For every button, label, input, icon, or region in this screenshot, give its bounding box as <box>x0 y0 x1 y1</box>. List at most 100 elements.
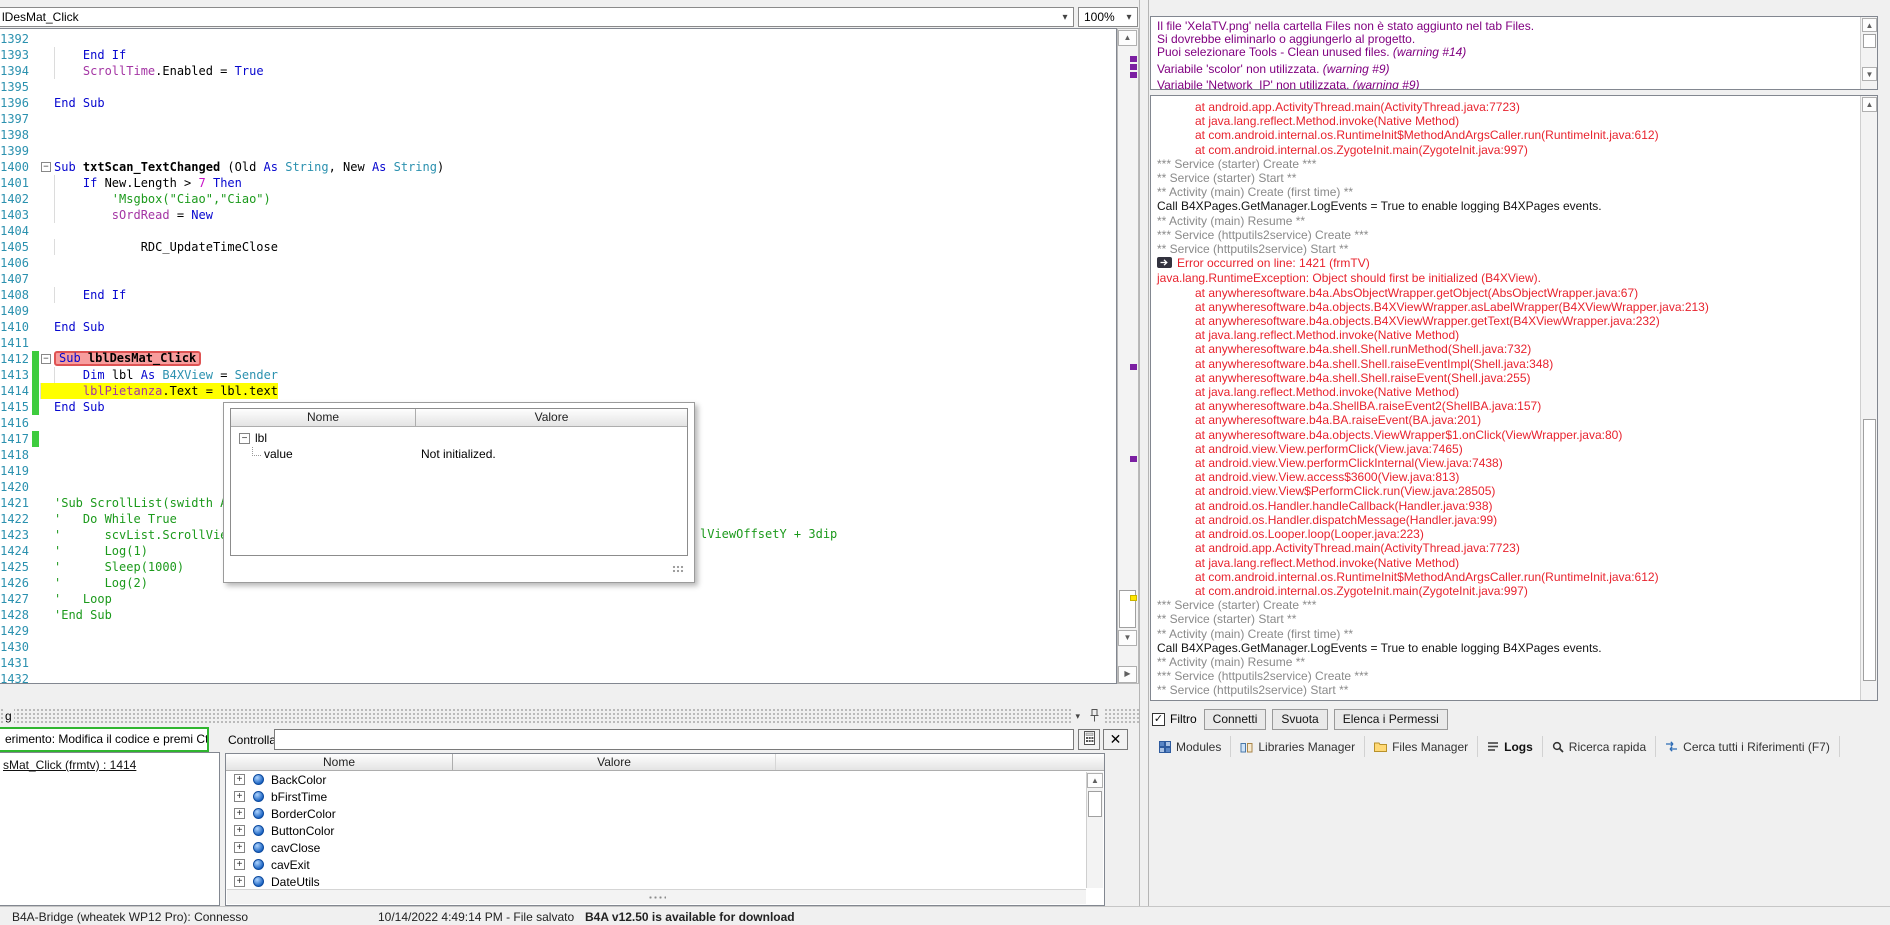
warning-line[interactable]: Variabile 'Network_IP' non utilizzata. (… <box>1157 78 1857 89</box>
tab-modules[interactable]: Modules <box>1150 736 1232 757</box>
log-line[interactable]: ** Service (httputils2service) Start ** <box>1157 242 1857 256</box>
code-line[interactable]: 1412 − Sub lblDesMat_Click <box>0 351 1116 367</box>
log-line[interactable]: at android.view.View.performClickInterna… <box>1157 456 1857 470</box>
log-line[interactable]: at anywheresoftware.b4a.shell.Shell.rais… <box>1157 357 1857 371</box>
code-line[interactable]: 1411 <box>0 335 1116 351</box>
log-line[interactable]: at android.app.ActivityThread.main(Activ… <box>1157 541 1857 555</box>
watch-tree-row[interactable]: + DateUtils <box>226 873 1104 890</box>
log-line[interactable]: at android.view.View$PerformClick.run(Vi… <box>1157 484 1857 498</box>
log-line[interactable]: ** Activity (main) Create (first time) *… <box>1157 185 1857 199</box>
pin-icon[interactable] <box>1090 708 1099 725</box>
code-line[interactable]: 1394 ScrollTime.Enabled = True <box>0 63 1116 79</box>
logs-scrollbar[interactable]: ▲ ▼ <box>1860 96 1877 700</box>
log-line[interactable]: at anywheresoftware.b4a.AbsObjectWrapper… <box>1157 286 1857 300</box>
code-line[interactable]: 1413 Dim lbl As B4XView = Sender <box>0 367 1116 383</box>
watch-tree-row[interactable]: + cavExit <box>226 856 1104 873</box>
code-line[interactable]: 1403 sOrdRead = New <box>0 207 1116 223</box>
code-line[interactable]: 1400 − Sub txtScan_TextChanged (Old As Str… <box>0 159 1116 175</box>
editor-scrollbar[interactable] <box>1117 28 1139 684</box>
log-line[interactable]: java.lang.RuntimeException: Object shoul… <box>1157 271 1857 285</box>
code-editor[interactable]: 1392 1393 End If 1394 ScrollTime.Enabled =… <box>0 28 1117 684</box>
tree-vertical-scrollbar[interactable]: ▲ <box>1086 772 1103 888</box>
column-valore[interactable]: Valore <box>416 409 687 426</box>
log-line[interactable]: at anywheresoftware.b4a.objects.ViewWrap… <box>1157 428 1857 442</box>
clear-watch-button[interactable]: ✕ <box>1103 729 1128 750</box>
code-line[interactable]: 1398 <box>0 127 1116 143</box>
evaluate-button[interactable] <box>1078 729 1100 750</box>
expand-plus-icon[interactable]: + <box>234 825 245 836</box>
code-line[interactable]: 1430 <box>0 639 1116 655</box>
log-line[interactable]: ** Activity (main) Resume ** <box>1157 214 1857 228</box>
log-line[interactable]: at com.android.internal.os.RuntimeInit$M… <box>1157 128 1857 142</box>
code-line[interactable]: 1409 <box>0 303 1116 319</box>
log-line[interactable]: ** Activity (main) Resume ** <box>1157 655 1857 669</box>
collapse-minus-icon[interactable]: − <box>239 432 250 444</box>
tab-files-manager[interactable]: Files Manager <box>1365 736 1479 757</box>
code-line[interactable]: 1408 End If <box>0 287 1116 303</box>
log-line[interactable]: at android.os.Handler.handleCallback(Han… <box>1157 499 1857 513</box>
log-line[interactable]: *** Service (httputils2service) Create *… <box>1157 669 1857 683</box>
watch-expression-input[interactable] <box>274 729 1074 750</box>
expand-plus-icon[interactable]: + <box>234 876 245 887</box>
log-line[interactable]: at android.view.View.access$3600(View.ja… <box>1157 470 1857 484</box>
elenca-i-permessi-button[interactable]: Elenca i Permessi <box>1333 708 1448 730</box>
collapse-minus-icon[interactable]: − <box>41 162 51 172</box>
code-line[interactable]: 1427 ' Loop <box>0 591 1116 607</box>
filter-checkbox-label[interactable]: ✓ Filtro <box>1152 712 1197 726</box>
scroll-up-icon[interactable]: ▲ <box>1118 30 1137 46</box>
watch-tree-row[interactable]: + BackColor <box>226 771 1104 788</box>
function-selector[interactable]: lDesMat_Click ▾ <box>0 7 1074 27</box>
log-line[interactable]: ** Service (starter) Start ** <box>1157 612 1857 626</box>
watch-tree-row[interactable]: + bFirstTime <box>226 788 1104 805</box>
panel-splitter[interactable] <box>1139 0 1149 925</box>
annotation-mark[interactable] <box>1130 72 1137 78</box>
connetti-button[interactable]: Connetti <box>1203 708 1267 730</box>
log-line[interactable]: at android.app.ActivityThread.main(Activ… <box>1157 100 1857 114</box>
column-nome[interactable]: Nome <box>231 409 416 426</box>
svuota-button[interactable]: Svuota <box>1272 708 1328 730</box>
log-line[interactable]: at anywheresoftware.b4a.shell.Shell.runM… <box>1157 342 1857 356</box>
warning-line[interactable]: Puoi selezionare Tools - Clean unused fi… <box>1157 46 1857 59</box>
chevron-down-icon[interactable]: ▾ <box>1121 12 1137 23</box>
watch-tree-row[interactable]: + BorderColor <box>226 805 1104 822</box>
collapse-minus-icon[interactable]: − <box>41 354 51 364</box>
log-line[interactable]: at java.lang.reflect.Method.invoke(Nativ… <box>1157 385 1857 399</box>
code-line[interactable]: 1393 End If <box>0 47 1116 63</box>
watch-tree-row[interactable]: + ButtonColor <box>226 822 1104 839</box>
log-line[interactable]: at android.os.Looper.loop(Looper.java:22… <box>1157 527 1857 541</box>
annotation-mark[interactable] <box>1130 456 1137 462</box>
code-line[interactable]: 1404 <box>0 223 1116 239</box>
expand-plus-icon[interactable]: + <box>234 808 245 819</box>
expand-plus-icon[interactable]: + <box>234 791 245 802</box>
log-line[interactable]: at anywheresoftware.b4a.ShellBA.raiseEve… <box>1157 399 1857 413</box>
expand-plus-icon[interactable]: + <box>234 859 245 870</box>
log-line[interactable]: ** Service (starter) Start ** <box>1157 171 1857 185</box>
tree-horizontal-scrollbar[interactable] <box>227 889 1086 904</box>
code-line[interactable]: 1405 RDC_UpdateTimeClose <box>0 239 1116 255</box>
warning-line[interactable]: Variabile 'scolor' non utilizzata. (warn… <box>1157 62 1857 76</box>
code-line[interactable]: 1395 <box>0 79 1116 95</box>
log-line[interactable]: at java.lang.reflect.Method.invoke(Nativ… <box>1157 328 1857 342</box>
scroll-down-icon[interactable]: ▼ <box>1118 630 1137 646</box>
code-line[interactable]: 1414 lblPietanza.Text = lbl.text <box>0 383 1116 399</box>
log-line[interactable]: *** Service (httputils2service) Create *… <box>1157 228 1857 242</box>
code-line[interactable]: 1397 <box>0 111 1116 127</box>
log-line[interactable]: at anywheresoftware.b4a.BA.raiseEvent(BA… <box>1157 413 1857 427</box>
column-nome[interactable]: Nome <box>226 754 453 770</box>
log-line[interactable]: at com.android.internal.os.ZygoteInit.ma… <box>1157 143 1857 157</box>
watch-tree-row[interactable]: + cavClose <box>226 839 1104 856</box>
code-line[interactable]: 1402 'Msgbox("Ciao","Ciao") <box>0 191 1116 207</box>
log-line[interactable]: at android.view.View.performClick(View.j… <box>1157 442 1857 456</box>
log-line[interactable]: at android.os.Handler.dispatchMessage(Ha… <box>1157 513 1857 527</box>
code-line[interactable]: 1410 End Sub <box>0 319 1116 335</box>
annotation-mark[interactable] <box>1130 56 1137 62</box>
code-line[interactable]: 1429 <box>0 623 1116 639</box>
update-notice-link[interactable]: B4A v12.50 is available for download <box>585 910 795 924</box>
log-line[interactable]: at anywheresoftware.b4a.objects.B4XViewW… <box>1157 300 1857 314</box>
expand-plus-icon[interactable]: + <box>234 774 245 785</box>
resize-grip[interactable] <box>672 565 684 574</box>
code-line[interactable]: 1406 <box>0 255 1116 271</box>
chevron-down-icon[interactable]: ▾ <box>1057 12 1073 23</box>
code-line[interactable]: 1428 'End Sub <box>0 607 1116 623</box>
log-line[interactable]: at com.android.internal.os.ZygoteInit.ma… <box>1157 584 1857 598</box>
